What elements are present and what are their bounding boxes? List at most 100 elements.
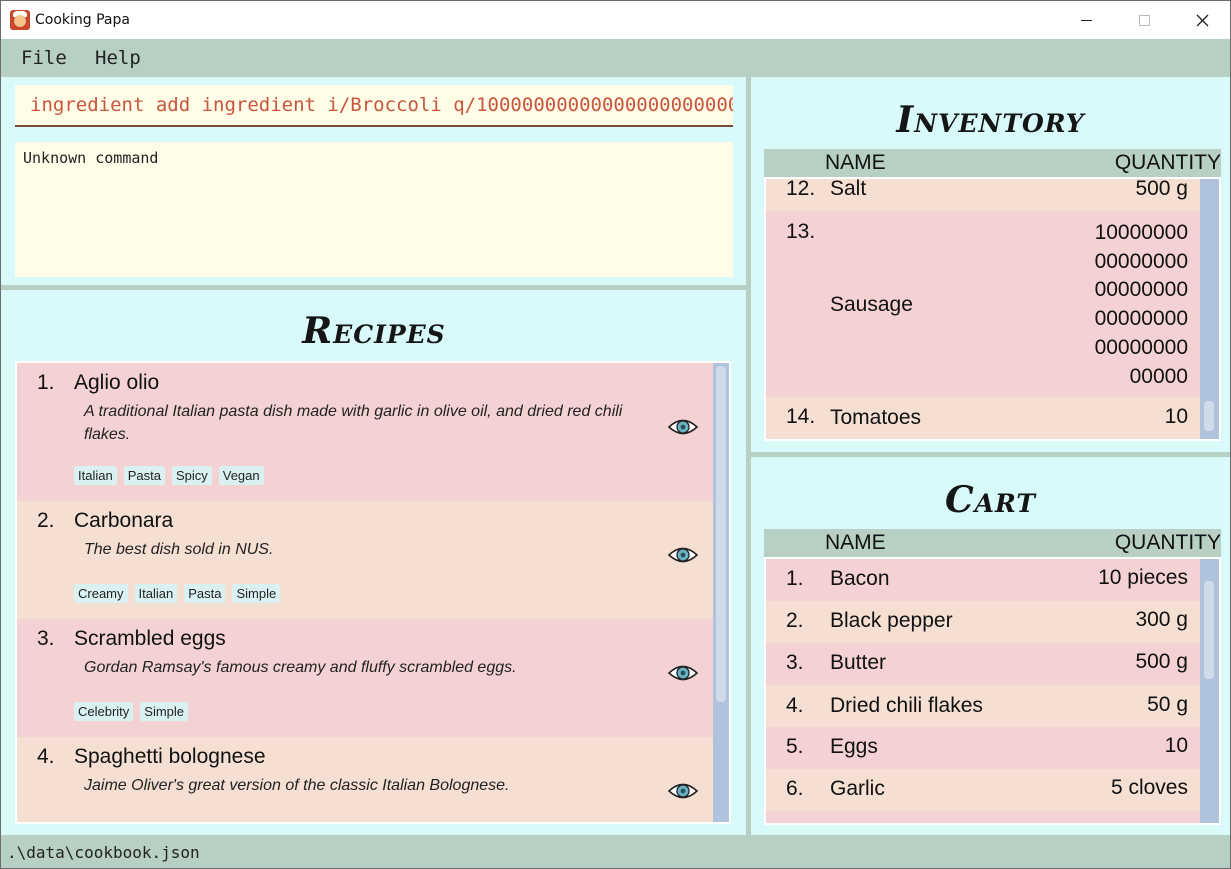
recipe-name: Spaghetti bolognese — [74, 745, 266, 768]
row-index: 13. — [786, 220, 816, 243]
column-name: NAME — [825, 531, 886, 554]
row-index: 5. — [786, 735, 804, 758]
recipe-name: Scrambled eggs — [74, 627, 226, 650]
table-row[interactable]: 12. Salt 500 g — [766, 177, 1200, 211]
quantity-line: 00000000 — [1094, 307, 1188, 331]
row-quantity: 500 g — [1135, 177, 1188, 200]
recipe-description: Jaime Oliver's great version of the clas… — [84, 777, 510, 794]
close-icon — [1196, 14, 1208, 26]
table-row[interactable]: 1. Bacon 10 pieces — [766, 559, 1200, 601]
recipe-card[interactable]: 2. Carbonara The best dish sold in NUS. … — [17, 501, 713, 619]
cart-scroll-thumb[interactable] — [1204, 581, 1214, 679]
command-text: ingredient add ingredient i/Broccoli q/1… — [30, 94, 733, 116]
recipe-tags: Celebrity Simple — [74, 702, 189, 721]
row-quantity: 500 g — [1135, 650, 1188, 673]
recipe-description: Gordan Ramsay's famous creamy and fluffy… — [84, 659, 517, 676]
chef-logo-icon — [10, 10, 30, 30]
recipe-index: 1. — [37, 371, 55, 394]
quantity-line: 00000000 — [1094, 335, 1188, 359]
title-bar: Cooking Papa — [1, 1, 1230, 39]
recipe-tags: Italian Pasta Spicy Vegan — [74, 466, 264, 485]
row-quantity: 10 pieces — [1098, 566, 1188, 589]
recipe-name: Aglio olio — [74, 371, 160, 394]
recipe-index: 2. — [37, 509, 55, 532]
recipes-panel: Recipes 1. Aglio olio A traditional Ital… — [1, 290, 747, 835]
row-index: 4. — [786, 694, 804, 717]
menu-help[interactable]: Help — [95, 47, 141, 69]
tag: Pasta — [123, 466, 165, 485]
table-row[interactable]: 3. Butter 500 g — [766, 643, 1200, 685]
tag: Simple — [140, 702, 189, 721]
quantity-line: 10000000 — [1094, 221, 1188, 244]
cart-scrollbar[interactable] — [1200, 559, 1219, 823]
column-quantity: QUANTITY — [1114, 151, 1221, 174]
table-row[interactable]: 2. Black pepper 300 g — [766, 601, 1200, 643]
tag: Vegan — [218, 466, 264, 485]
tag: Italian — [74, 466, 117, 485]
row-quantity: 10000000 00000000 00000000 00000000 0000… — [1095, 219, 1188, 391]
row-name: Eggs — [830, 735, 878, 758]
minimize-icon — [1080, 19, 1092, 21]
row-name: Black pepper — [830, 609, 953, 632]
minimize-button[interactable] — [1057, 1, 1115, 39]
column-quantity: QUANTITY — [1114, 531, 1221, 554]
recipe-index: 3. — [37, 627, 55, 650]
tag: Simple — [232, 584, 281, 603]
row-name: Garlic — [830, 777, 885, 800]
cart-table[interactable]: 1. Bacon 10 pieces 2. Black pepper 300 g… — [764, 557, 1221, 825]
column-name: NAME — [825, 151, 886, 174]
cart-panel: Cart NAME QUANTITY 1. Bacon 10 pieces 2.… — [751, 457, 1230, 835]
row-quantity: 10 — [1164, 405, 1188, 428]
recipe-name: Carbonara — [74, 509, 174, 532]
eye-icon[interactable] — [667, 544, 699, 566]
recipe-tags: Creamy Italian Pasta Simple — [74, 584, 281, 603]
app-window: Cooking Papa File Help ingredient add in… — [0, 0, 1231, 869]
inventory-heading: Inventory — [896, 99, 1085, 141]
close-button[interactable] — [1173, 1, 1230, 39]
inventory-scroll-thumb[interactable] — [1204, 401, 1214, 431]
recipe-description: A traditional Italian pasta dish made wi… — [84, 403, 623, 443]
recipe-scroll-thumb[interactable] — [716, 366, 726, 702]
table-row[interactable]: 6. Garlic 5 cloves — [766, 769, 1200, 811]
row-quantity: 5 cloves — [1110, 776, 1188, 799]
recipe-card[interactable]: 1. Aglio olio A traditional Italian past… — [17, 363, 713, 501]
recipe-card[interactable]: 3. Scrambled eggs Gordan Ramsay's famous… — [17, 619, 713, 737]
table-row[interactable] — [766, 811, 1200, 823]
row-quantity: 10 — [1164, 734, 1188, 757]
save-location: .\data\cookbook.json — [7, 843, 200, 862]
result-display: Unknown command — [15, 142, 733, 277]
menu-bar: File Help — [1, 39, 1230, 77]
inventory-scrollbar[interactable] — [1200, 179, 1219, 439]
row-name: Tomatoes — [830, 406, 922, 429]
window-title: Cooking Papa — [35, 12, 130, 28]
eye-icon[interactable] — [667, 780, 699, 802]
tag: Pasta — [184, 584, 226, 603]
row-index: 2. — [786, 609, 804, 632]
table-row[interactable]: 5. Eggs 10 — [766, 727, 1200, 769]
inventory-panel: Inventory NAME QUANTITY 12. Salt 500 g 1… — [751, 77, 1230, 453]
row-name: Bacon — [830, 567, 890, 590]
inventory-table[interactable]: 12. Salt 500 g 13. Sausage 10000000 0000… — [764, 177, 1221, 441]
recipe-description: The best dish sold in NUS. — [84, 541, 274, 558]
row-quantity: 300 g — [1135, 608, 1188, 631]
recipe-card[interactable]: 4. Spaghetti bolognese Jaime Oliver's gr… — [17, 737, 713, 822]
table-row[interactable]: 4. Dried chili flakes 50 g — [766, 685, 1200, 727]
row-name: Dried chili flakes — [830, 694, 983, 717]
row-index: 12. — [786, 177, 816, 200]
maximize-button[interactable] — [1115, 1, 1173, 39]
command-panel: ingredient add ingredient i/Broccoli q/1… — [1, 77, 747, 287]
command-input[interactable]: ingredient add ingredient i/Broccoli q/1… — [15, 85, 733, 127]
table-row[interactable]: 14. Tomatoes 10 — [766, 397, 1200, 439]
cart-heading: Cart — [945, 479, 1036, 521]
eye-icon[interactable] — [667, 416, 699, 438]
recipe-list[interactable]: 1. Aglio olio A traditional Italian past… — [15, 361, 731, 824]
menu-file[interactable]: File — [21, 47, 67, 69]
row-index: 3. — [786, 651, 804, 674]
row-name: Butter — [830, 651, 887, 674]
eye-icon[interactable] — [667, 662, 699, 684]
row-index: 14. — [786, 405, 816, 428]
tag: Creamy — [74, 584, 128, 603]
cart-table-header: NAME QUANTITY — [764, 529, 1221, 557]
result-text: Unknown command — [23, 149, 159, 167]
table-row[interactable]: 13. Sausage 10000000 00000000 00000000 0… — [766, 211, 1200, 397]
